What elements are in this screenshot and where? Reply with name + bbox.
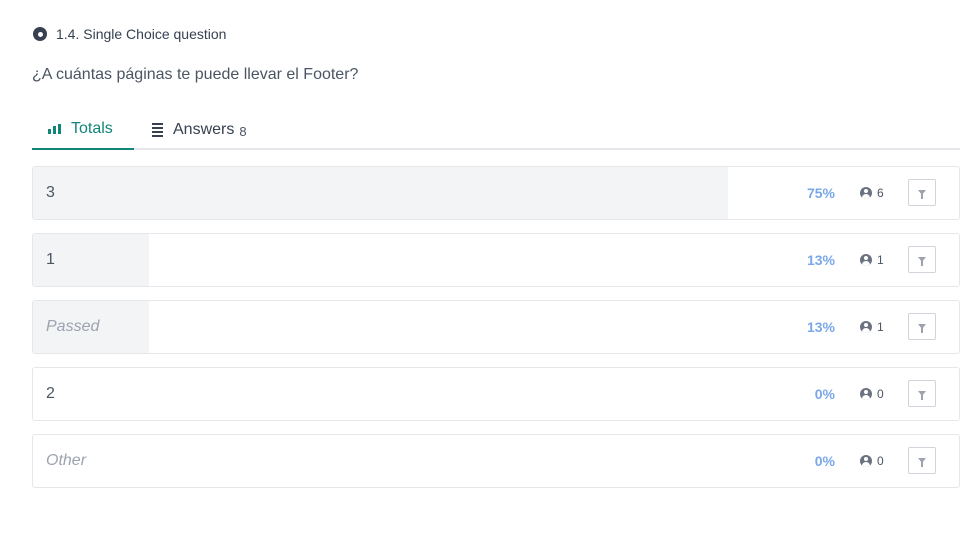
- filter-button[interactable]: [908, 380, 936, 407]
- respondent-count: 0: [860, 368, 884, 420]
- result-percent: 75%: [806, 185, 835, 201]
- result-row: 1 13% 1: [32, 233, 960, 287]
- radio-icon: [33, 27, 47, 41]
- filter-icon: [918, 458, 926, 467]
- filter-icon: [918, 324, 926, 333]
- tab-answers[interactable]: Answers 8: [152, 110, 247, 150]
- respondent-count: 0: [860, 435, 884, 487]
- result-bar-fill: [33, 167, 728, 219]
- result-label: Other: [46, 452, 87, 469]
- tab-answers-label: Answers: [173, 121, 235, 138]
- result-row: Other 0% 0: [32, 434, 960, 488]
- respondent-count-value: 1: [877, 320, 884, 334]
- list-icon: [152, 123, 163, 137]
- filter-icon: [918, 391, 926, 400]
- result-row: 2 0% 0: [32, 367, 960, 421]
- respondent-count: 1: [860, 301, 884, 353]
- respondent-count-value: 1: [877, 253, 884, 267]
- result-percent: 13%: [806, 319, 835, 335]
- user-icon: [860, 254, 872, 266]
- tab-bar: Totals Answers 8: [32, 110, 960, 150]
- result-label: 1: [46, 251, 55, 268]
- respondent-count-value: 6: [877, 186, 884, 200]
- respondent-count-value: 0: [877, 387, 884, 401]
- user-icon: [860, 187, 872, 199]
- bar-chart-icon: [48, 124, 61, 134]
- respondent-count: 6: [860, 167, 884, 219]
- tab-totals-label: Totals: [71, 120, 113, 137]
- result-percent: 0%: [814, 453, 835, 469]
- tab-totals[interactable]: Totals: [32, 110, 134, 150]
- question-header: 1.4. Single Choice question: [33, 24, 226, 44]
- question-number-title: 1.4. Single Choice question: [56, 26, 227, 42]
- filter-button[interactable]: [908, 179, 936, 206]
- filter-button[interactable]: [908, 246, 936, 273]
- result-percent: 0%: [814, 386, 835, 402]
- result-row: Passed 13% 1: [32, 300, 960, 354]
- user-icon: [860, 455, 872, 467]
- respondent-count-value: 0: [877, 454, 884, 468]
- result-label: Passed: [46, 318, 100, 335]
- respondent-count: 1: [860, 234, 884, 286]
- user-icon: [860, 321, 872, 333]
- filter-button[interactable]: [908, 447, 936, 474]
- result-label: 2: [46, 385, 55, 402]
- filter-icon: [918, 190, 926, 199]
- user-icon: [860, 388, 872, 400]
- result-label: 3: [46, 184, 55, 201]
- answers-count-badge: 8: [239, 123, 247, 139]
- filter-icon: [918, 257, 926, 266]
- result-percent: 13%: [806, 252, 835, 268]
- results-list: 3 75% 6 1 13% 1 Passed 13% 1 2 0% 0 Other 0% 0: [32, 166, 960, 501]
- result-row: 3 75% 6: [32, 166, 960, 220]
- filter-button[interactable]: [908, 313, 936, 340]
- question-text: ¿A cuántas páginas te puede llevar el Fo…: [32, 66, 359, 83]
